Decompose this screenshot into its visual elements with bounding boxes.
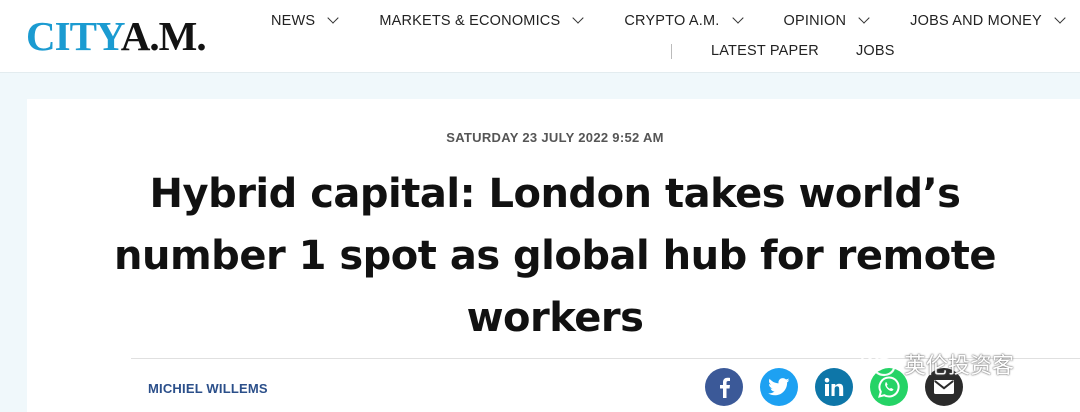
chevron-down-icon [327,12,339,24]
nav-item-label: CRYPTO A.M. [624,13,720,29]
envelope-icon [934,380,954,394]
nav-item-label: MARKETS & ECONOMICS [379,13,561,29]
secondary-nav: LATEST PAPER JOBS [671,40,932,62]
nav-item-latest-paper[interactable]: LATEST PAPER [711,43,819,59]
author-link[interactable]: MICHIEL WILLEMS [148,381,268,396]
share-facebook-button[interactable] [705,368,743,406]
wechat-watermark: 英伦投资客 [860,348,1014,380]
share-twitter-button[interactable] [760,368,798,406]
nav-item-label: JOBS [855,43,895,59]
site-logo[interactable]: CITYA.M. [26,13,207,59]
nav-item-jobs-and-money[interactable]: JOBS AND MONEY [910,12,1066,29]
logo-am: A.M. [120,13,207,59]
nav-item-label: NEWS [271,13,316,29]
watermark-text: 英伦投资客 [904,354,1015,379]
facebook-icon [720,377,730,398]
site-header: CITYA.M. NEWS MARKETS & ECONOMICS CRYPTO… [0,0,1080,73]
chevron-down-icon [1054,12,1066,24]
wechat-icon [860,350,896,377]
logo-city: CITY [26,13,122,59]
nav-item-opinion[interactable]: OPINION [783,12,870,29]
article-headline: Hybrid capital: London takes world’s num… [114,171,996,341]
article-dateline: SATURDAY 23 JULY 2022 9:52 AM [446,130,664,145]
twitter-icon [768,378,790,396]
nav-item-label: JOBS AND MONEY [910,13,1042,29]
nav-item-jobs[interactable]: JOBS [856,43,895,59]
chevron-down-icon [858,12,870,24]
share-linkedin-button[interactable] [815,368,853,406]
primary-nav: NEWS MARKETS & ECONOMICS CRYPTO A.M. OPI… [271,10,1066,32]
chevron-down-icon [731,12,744,24]
nav-item-label: LATEST PAPER [711,43,819,59]
nav-divider [671,43,672,59]
nav-item-news[interactable]: NEWS [271,12,339,29]
nav-item-crypto-am[interactable]: CRYPTO A.M. [624,12,744,29]
chevron-down-icon [572,12,585,24]
linkedin-icon [824,377,844,396]
nav-item-label: OPINION [783,13,847,29]
nav-item-markets-economics[interactable]: MARKETS & ECONOMICS [379,12,585,29]
